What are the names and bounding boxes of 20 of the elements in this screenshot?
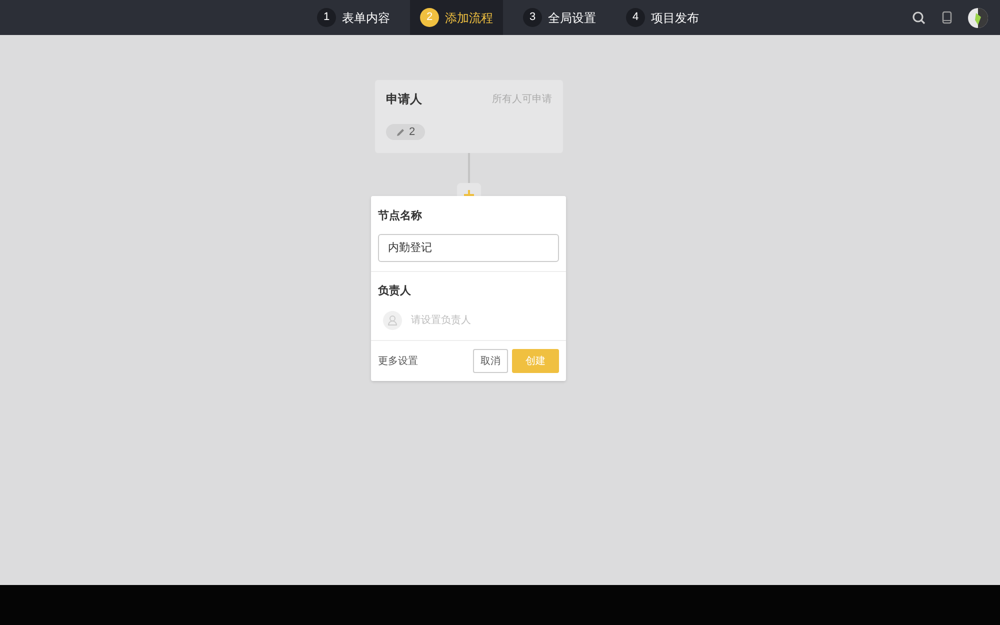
step-tab[interactable]: 2 添加流程 [410, 0, 503, 35]
more-settings-link[interactable]: 更多设置 [378, 354, 418, 368]
cancel-button[interactable]: 取消 [473, 349, 508, 373]
node-scope: 所有人可申请 [492, 92, 552, 106]
field-label: 负责人 [378, 284, 412, 298]
add-node-button[interactable] [457, 183, 481, 196]
step-tab[interactable]: 4 项目发布 [616, 0, 709, 35]
edit-count: 2 [408, 124, 416, 140]
search-icon[interactable] [912, 10, 926, 24]
pencil-icon [396, 128, 405, 136]
applicant-card[interactable]: 申请人 所有人可申请 2 [375, 80, 563, 153]
person-icon [383, 311, 402, 330]
plus-icon [464, 190, 474, 196]
step-tab[interactable]: 3 全局设置 [513, 0, 606, 35]
mobile-icon[interactable] [942, 11, 952, 24]
step-tab[interactable]: 1 表单内容 [307, 0, 400, 35]
node-title: 申请人 [386, 91, 422, 108]
field-label: 节点名称 [378, 208, 423, 224]
node-name-field[interactable]: 内勤登记 [378, 234, 559, 262]
avatar-icon[interactable] [968, 8, 988, 28]
